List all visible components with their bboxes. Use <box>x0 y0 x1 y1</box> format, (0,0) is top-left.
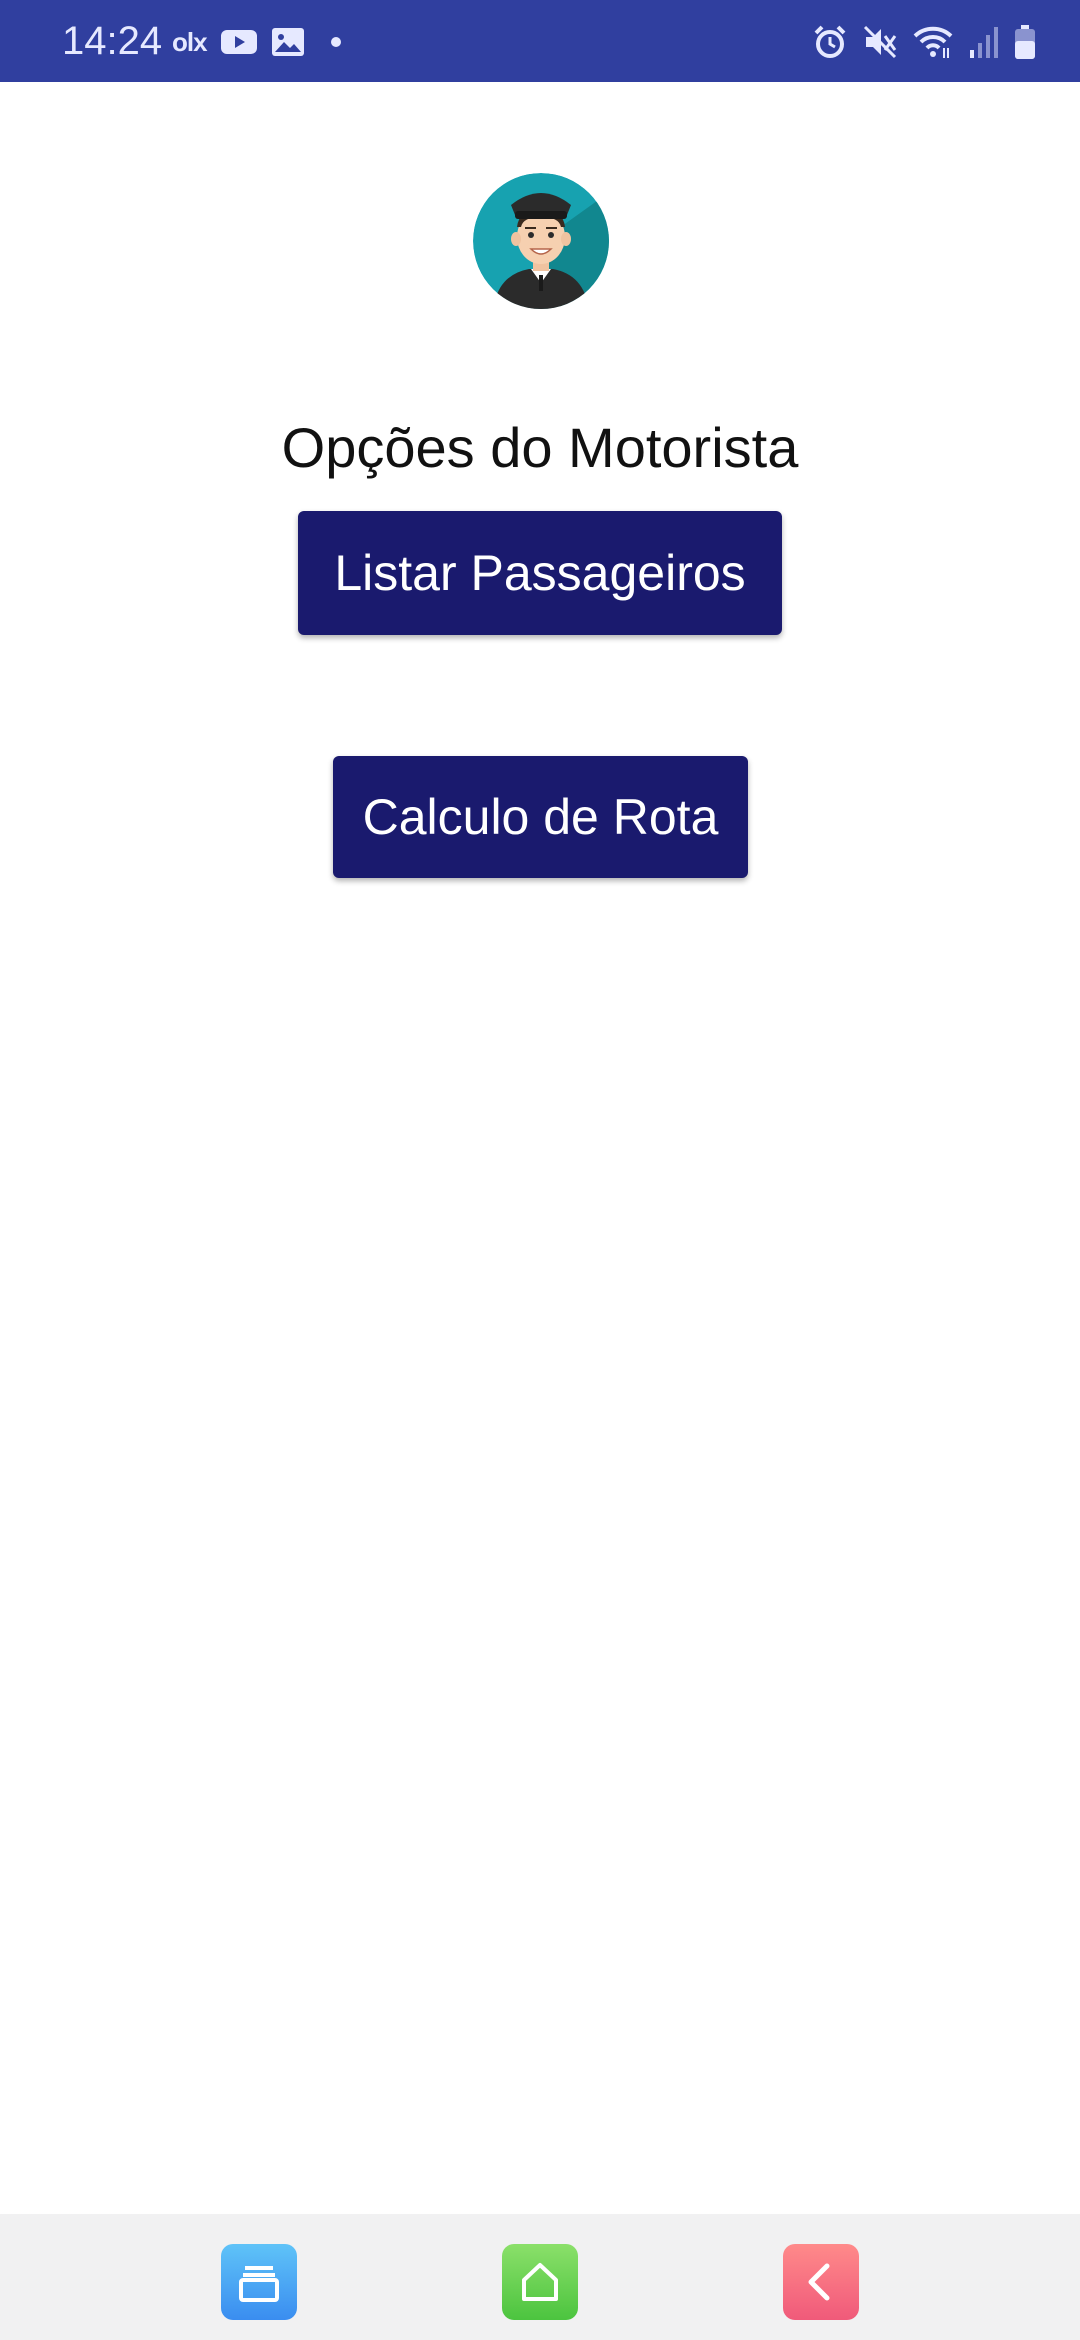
navigation-bar <box>0 2214 1080 2340</box>
screen: 14:24 olx Opções do Motorista Listar Pas… <box>0 0 1080 2340</box>
mute-icon <box>863 25 897 59</box>
home-icon[interactable] <box>502 2244 578 2320</box>
list-passengers-button[interactable]: Listar Passageiros <box>298 511 782 635</box>
status-bar: 14:24 olx <box>0 0 1080 82</box>
olx-icon: olx <box>172 26 208 57</box>
page-title: Opções do Motorista <box>281 416 799 479</box>
status-time: 14:24 <box>62 19 163 63</box>
back-icon[interactable] <box>783 2244 859 2320</box>
recent-apps-icon[interactable] <box>221 2244 297 2320</box>
battery-icon <box>1015 25 1035 59</box>
driver-avatar-icon <box>453 156 629 326</box>
notification-icons: olx <box>172 20 341 64</box>
wifi-icon <box>913 26 953 58</box>
gallery-icon <box>271 28 304 56</box>
dot-icon <box>330 37 341 47</box>
alarm-icon <box>814 25 846 58</box>
system-icons <box>798 20 1036 64</box>
youtube-icon <box>220 30 257 54</box>
signal-icon <box>970 27 998 58</box>
route-calculation-button[interactable]: Calculo de Rota <box>333 756 748 878</box>
